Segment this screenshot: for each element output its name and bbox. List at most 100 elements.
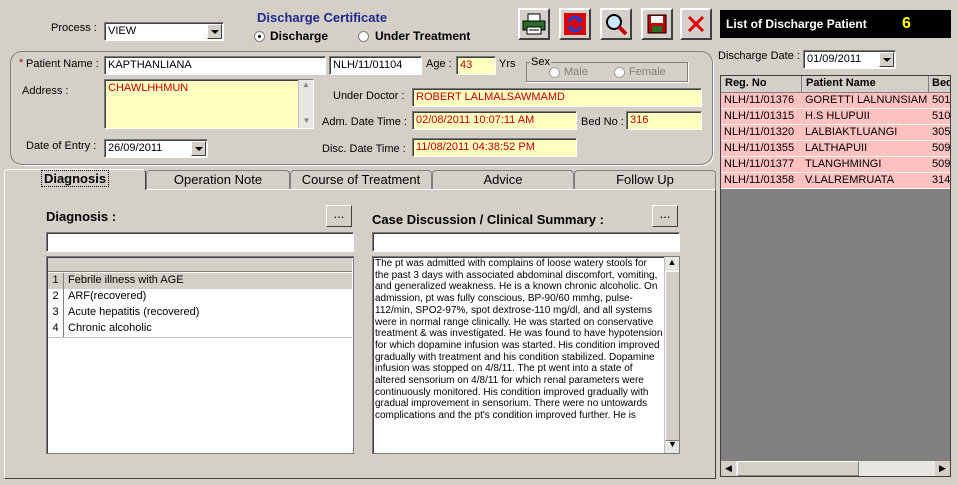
scroll-right-icon[interactable]: ▶	[935, 461, 950, 476]
calendar-dropdown-icon[interactable]	[879, 52, 894, 67]
col-bed[interactable]: Bed	[932, 77, 950, 89]
under-doctor-value: ROBERT LALMALSAWMAMD	[416, 91, 565, 103]
diagnosis-row[interactable]: 3 Acute hepatitis (recovered)	[48, 305, 352, 322]
scroll-up-icon[interactable]: ▲	[299, 80, 313, 92]
case-discussion-label: Case Discussion / Clinical Summary :	[372, 212, 604, 227]
side-title: List of Discharge Patient	[726, 17, 867, 31]
row-bed: 510	[932, 110, 950, 122]
row-bed: 509	[932, 158, 950, 170]
radio-discharge[interactable]	[254, 31, 265, 42]
row-reg-no: NLH/11/01355	[724, 142, 795, 154]
bed-no-value: 316	[630, 114, 649, 126]
under-doctor-field[interactable]: ROBERT LALMALSAWMAMD	[412, 88, 702, 107]
radio-female-label: Female	[629, 66, 666, 78]
diagnosis-row[interactable]: 4 Chronic alcoholic	[48, 321, 352, 338]
diagnosis-row-text: Febrile illness with AGE	[68, 274, 184, 286]
scroll-down-icon[interactable]: ▼	[299, 116, 314, 128]
search-button[interactable]	[600, 8, 632, 40]
patient-name-field[interactable]: KAPTHANLIANA	[104, 56, 326, 75]
bed-no-field[interactable]: 316	[626, 111, 702, 130]
adm-date-label: Adm. Date Time :	[322, 116, 407, 128]
row-bed: 501	[932, 94, 950, 106]
scroll-left-icon[interactable]: ◀	[721, 461, 736, 476]
row-reg-no: NLH/11/01315	[724, 110, 795, 122]
under-doctor-label: Under Doctor :	[333, 90, 405, 102]
row-reg-no: NLH/11/01376	[724, 94, 795, 106]
radio-male[interactable]	[549, 67, 560, 78]
save-button[interactable]	[641, 8, 673, 40]
case-discussion-input[interactable]	[372, 232, 680, 252]
chevron-down-icon[interactable]	[207, 24, 222, 39]
discharge-patient-row[interactable]: NLH/11/01358 V.LALREMRUATA 314	[721, 173, 950, 189]
disc-date-label: Disc. Date Time :	[322, 143, 406, 155]
process-label: Process :	[51, 22, 97, 34]
process-value: VIEW	[108, 25, 137, 37]
diagnosis-row[interactable]: 1 Febrile illness with AGE	[48, 273, 352, 290]
address-scrollbar[interactable]: ▲ ▼	[298, 80, 313, 128]
age-label: Age :	[426, 58, 452, 70]
magnifier-icon	[606, 14, 628, 36]
row-reg-no: NLH/11/01358	[724, 174, 795, 186]
tab-follow-up[interactable]: Follow Up	[574, 170, 716, 189]
refresh-icon	[564, 13, 586, 35]
radio-female[interactable]	[614, 67, 625, 78]
address-value: CHAWLHHMUN	[108, 82, 189, 94]
radio-discharge-label: Discharge	[270, 29, 329, 43]
row-patient-name: TLANGHMINGI	[805, 158, 882, 170]
diagnosis-row-number: 2	[48, 289, 64, 305]
diagnosis-row-number: 3	[48, 305, 64, 321]
row-patient-name: H.S HLUPUII	[805, 110, 870, 122]
case-discussion-more-button[interactable]: ...	[652, 205, 678, 227]
scroll-thumb[interactable]	[665, 271, 679, 441]
diagnosis-more-button[interactable]: ...	[326, 205, 352, 227]
diagnosis-label: Diagnosis :	[46, 209, 117, 224]
diagnosis-row[interactable]: 2 ARF(recovered)	[48, 289, 352, 306]
print-button[interactable]	[518, 8, 550, 40]
row-reg-no: NLH/11/01377	[724, 158, 795, 170]
age-field[interactable]: 43	[456, 56, 496, 75]
col-patient-name[interactable]: Patient Name	[806, 77, 876, 89]
diagnosis-row-text: ARF(recovered)	[68, 290, 147, 302]
row-patient-name: GORETTI LALNUNSIAMI	[805, 94, 927, 106]
tab-diagnosis[interactable]: Diagnosis	[4, 169, 146, 190]
refresh-button[interactable]	[559, 8, 591, 40]
required-star: *	[19, 57, 24, 69]
adm-date-field[interactable]: 02/08/2011 10:07:11 AM	[412, 111, 577, 130]
row-bed: 509	[932, 142, 950, 154]
radio-under-treatment[interactable]	[358, 31, 369, 42]
diagnosis-grid: 1 Febrile illness with AGE 2 ARF(recovered)…	[46, 256, 354, 454]
horizontal-scrollbar[interactable]: ◀ ▶	[721, 461, 950, 476]
case-discussion-textarea[interactable]: The pt was admitted with complains of lo…	[372, 256, 680, 454]
case-scrollbar[interactable]: ▲ ▼	[664, 257, 679, 453]
tab-advice[interactable]: Advice	[432, 170, 574, 189]
scroll-thumb[interactable]	[737, 461, 859, 476]
date-of-entry-combo[interactable]: 26/09/2011	[104, 139, 208, 158]
discharge-patient-row[interactable]: NLH/11/01355 LALTHAPUII 509	[721, 141, 950, 157]
sex-label: Sex	[530, 56, 551, 68]
diagnosis-row-number: 4	[48, 321, 64, 337]
tab-course-of-treatment[interactable]: Course of Treatment	[290, 170, 432, 189]
discharge-grid: Reg. No Patient Name Bed NLH/11/01376 GOR…	[720, 75, 951, 477]
case-discussion-text: The pt was admitted with complains of lo…	[375, 258, 663, 422]
process-combo[interactable]: VIEW	[104, 22, 224, 41]
discharge-date-combo[interactable]: 01/09/2011	[803, 50, 896, 69]
disc-date-value: 11/08/2011 04:38:52 PM	[416, 141, 535, 153]
scroll-down-icon[interactable]: ▼	[665, 439, 679, 453]
scroll-up-icon[interactable]: ▲	[665, 257, 679, 271]
disc-date-field[interactable]: 11/08/2011 04:38:52 PM	[412, 138, 577, 157]
discharge-patient-row[interactable]: NLH/11/01376 GORETTI LALNUNSIAMI 501	[721, 93, 950, 109]
tab-operation-note[interactable]: Operation Note	[146, 170, 290, 189]
discharge-patient-row[interactable]: NLH/11/01377 TLANGHMINGI 509	[721, 157, 950, 173]
patient-name-value: KAPTHANLIANA	[108, 59, 192, 71]
row-patient-name: V.LALREMRUATA	[805, 174, 895, 186]
row-bed: 305	[932, 126, 950, 138]
diagnosis-input[interactable]	[46, 232, 354, 252]
col-reg-no[interactable]: Reg. No	[725, 77, 767, 89]
address-field[interactable]: CHAWLHHMUN	[104, 79, 314, 129]
calendar-dropdown-icon[interactable]	[191, 141, 206, 156]
reg-no-field[interactable]: NLH/11/01104	[329, 56, 422, 75]
discharge-patient-row[interactable]: NLH/11/01315 H.S HLUPUII 510	[721, 109, 950, 125]
close-button[interactable]	[680, 8, 712, 40]
discharge-patient-row[interactable]: NLH/11/01320 LALBIAKTLUANGI 305	[721, 125, 950, 141]
address-label: Address :	[22, 85, 69, 97]
